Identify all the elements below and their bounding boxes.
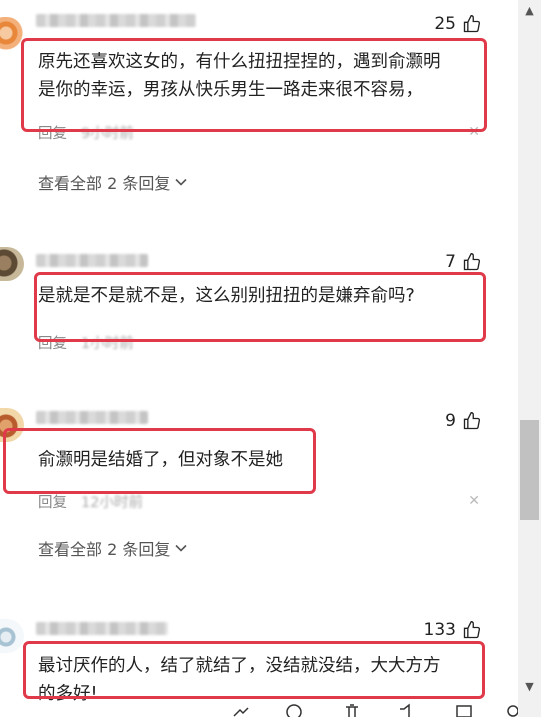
view-all-replies[interactable]: 查看全部 2 条回复 xyxy=(38,536,188,560)
like-count: 7 xyxy=(445,252,456,272)
reply-button[interactable]: 回复 xyxy=(38,332,67,353)
thumb-up-icon xyxy=(463,620,481,639)
mute-icon[interactable] xyxy=(398,703,416,717)
reply-button[interactable]: 回复 xyxy=(38,122,67,143)
thumb-up-icon xyxy=(463,411,481,430)
close-icon[interactable]: ✕ xyxy=(468,124,480,140)
image-icon[interactable] xyxy=(455,703,473,717)
like-button[interactable]: 7 xyxy=(445,252,482,272)
scrollbar[interactable]: ▲ ▼ xyxy=(518,0,541,717)
comment-meta: 回复 12小时前 xyxy=(38,491,143,512)
username-blurred[interactable] xyxy=(36,14,196,27)
share-icon[interactable] xyxy=(232,703,250,717)
comment-text: 最讨厌作的人，结了就结了，没结就没结，大大方方 的多好! xyxy=(38,656,441,704)
comment-meta: 回复 9小时前 xyxy=(38,122,134,143)
comment-item: 9 俞灏明是结婚了，但对象不是她 回复 12小时前 ✕ 查看全部 2 条回复 xyxy=(0,395,518,575)
view-all-replies[interactable]: 查看全部 2 条回复 xyxy=(38,170,188,194)
emoji-icon[interactable] xyxy=(285,703,303,717)
trash-icon[interactable] xyxy=(343,703,361,717)
like-button[interactable]: 9 xyxy=(445,411,482,431)
view-all-label: 查看全部 2 条回复 xyxy=(38,540,171,559)
username-blurred[interactable] xyxy=(36,622,168,635)
avatar[interactable] xyxy=(0,17,24,51)
comment-text: 是就是不是就不是，这么别别扭扭的是嫌弃俞吗? xyxy=(38,286,415,306)
bottom-toolbar xyxy=(0,702,518,717)
username-blurred[interactable] xyxy=(36,254,148,267)
like-count: 25 xyxy=(434,14,456,34)
comment-time: 9小时前 xyxy=(81,126,134,142)
comment-text: 俞灏明是结婚了，但对象不是她 xyxy=(38,450,283,470)
avatar[interactable] xyxy=(0,247,24,281)
comment-item: 7 是就是不是就不是，这么别别扭扭的是嫌弃俞吗? 回复 1小时前 xyxy=(0,230,518,370)
comment-text: 原先还喜欢这女的，有什么扭扭捏捏的，遇到俞灏明 是你的幸运，男孩从快乐男生一路走… xyxy=(38,52,441,100)
scroll-down-arrow-icon[interactable]: ▼ xyxy=(518,676,541,696)
like-button[interactable]: 133 xyxy=(424,620,482,640)
comment-feed: 25 原先还喜欢这女的，有什么扭扭捏捏的，遇到俞灏明 是你的幸运，男孩从快乐男生… xyxy=(0,0,518,717)
like-count: 133 xyxy=(423,620,456,640)
comment-item: 25 原先还喜欢这女的，有什么扭扭捏捏的，遇到俞灏明 是你的幸运，男孩从快乐男生… xyxy=(0,0,518,210)
comment-time: 1小时前 xyxy=(81,336,134,352)
like-count: 9 xyxy=(445,411,456,431)
chevron-down-icon xyxy=(175,178,187,186)
thumb-up-icon xyxy=(463,252,481,271)
comment-time: 12小时前 xyxy=(81,495,143,511)
view-all-label: 查看全部 2 条回复 xyxy=(38,174,171,193)
reply-button[interactable]: 回复 xyxy=(38,491,67,512)
scroll-up-arrow-icon[interactable]: ▲ xyxy=(518,0,541,20)
search-icon[interactable] xyxy=(505,703,518,717)
chevron-down-icon xyxy=(175,544,187,552)
avatar[interactable] xyxy=(0,408,24,442)
like-button[interactable]: 25 xyxy=(434,14,482,34)
avatar[interactable] xyxy=(0,619,24,653)
close-icon[interactable]: ✕ xyxy=(468,493,480,509)
username-blurred[interactable] xyxy=(36,411,148,424)
scrollbar-thumb[interactable] xyxy=(520,420,539,520)
comment-meta: 回复 1小时前 xyxy=(38,332,134,353)
thumb-up-icon xyxy=(463,14,481,33)
